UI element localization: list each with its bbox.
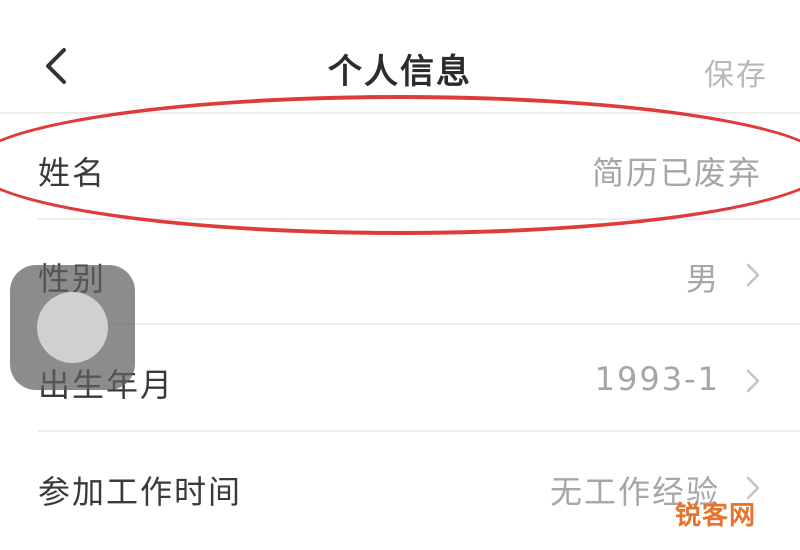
watermark: 锐客网 xyxy=(674,501,756,531)
divider xyxy=(38,218,800,220)
personal-info-screen: 个人信息 保存 姓名 简历已废弃 性别 男 出生年月 1993-1 参加工作时间… xyxy=(0,0,800,550)
page-title: 个人信息 xyxy=(328,52,472,92)
divider xyxy=(0,112,800,114)
row-label: 参加工作时间 xyxy=(38,473,243,511)
divider xyxy=(38,430,800,432)
divider xyxy=(38,323,800,325)
assistive-touch-icon xyxy=(37,292,108,363)
chevron-right-icon xyxy=(746,263,760,287)
row-label: 姓名 xyxy=(38,154,107,192)
row-value: 1993-1 xyxy=(594,360,720,398)
chevron-right-icon xyxy=(746,369,760,393)
assistive-touch-button[interactable] xyxy=(10,265,135,390)
row-name[interactable]: 姓名 简历已废弃 xyxy=(0,118,800,218)
nav-bar: 个人信息 保存 xyxy=(0,30,800,100)
save-button[interactable]: 保存 xyxy=(704,50,768,94)
row-value: 男 xyxy=(685,260,720,298)
row-value: 简历已废弃 xyxy=(591,154,762,192)
